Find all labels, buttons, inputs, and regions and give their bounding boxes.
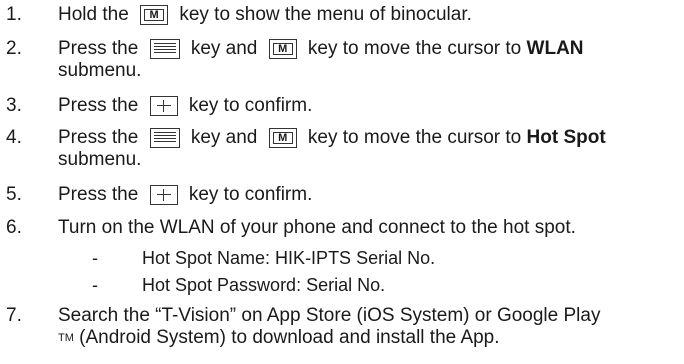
step-number: 2. <box>6 38 22 59</box>
step-text: key to confirm. <box>183 184 313 205</box>
step-text: Press the <box>58 127 144 148</box>
m-key-icon: M <box>268 128 297 148</box>
plus-key-icon <box>149 96 178 116</box>
step-number: 7. <box>6 305 22 326</box>
step-text: key to move the cursor to <box>302 38 527 59</box>
m-key-icon: M <box>140 5 169 25</box>
step-text: submenu. <box>58 149 142 170</box>
step-text: key and <box>185 127 263 148</box>
instruction-list: 1. Hold the M key to show the menu of bi… <box>6 4 606 348</box>
step-number: 5. <box>6 184 22 205</box>
step-number: 1. <box>6 4 22 25</box>
step-text: (Android System) to download and install… <box>73 327 500 348</box>
step-text: Press the <box>58 95 144 116</box>
submenu-name: WLAN <box>526 38 584 59</box>
submenu-name: Hot Spot <box>526 127 606 148</box>
step-number: 3. <box>6 95 22 116</box>
menu-key-icon <box>149 39 180 59</box>
step-text: key to show the menu of binocular. <box>174 4 472 25</box>
step-text: key and <box>185 38 263 59</box>
step-text: Hold the <box>58 4 135 25</box>
step-text: Press the <box>58 184 144 205</box>
step-number: 6. <box>6 217 22 238</box>
step-text: Turn on the WLAN of your phone and conne… <box>58 217 576 238</box>
step-text: key to confirm. <box>183 95 313 116</box>
step-text: Press the <box>58 38 144 59</box>
bullet-dash: - <box>92 275 98 295</box>
bullet-dash: - <box>92 248 98 268</box>
menu-key-icon <box>149 128 180 148</box>
step-text: key to move the cursor to <box>302 127 527 148</box>
sub-item-text: Hot Spot Name: HIK-IPTS Serial No. <box>142 248 436 268</box>
step-number: 4. <box>6 127 22 148</box>
step-text: submenu. <box>58 60 142 81</box>
step-text: Search the “T-Vision” on App Store (iOS … <box>58 305 601 326</box>
sub-item-text: Hot Spot Password: Serial No. <box>142 275 386 295</box>
m-key-icon: M <box>268 39 297 59</box>
plus-key-icon <box>149 185 178 205</box>
